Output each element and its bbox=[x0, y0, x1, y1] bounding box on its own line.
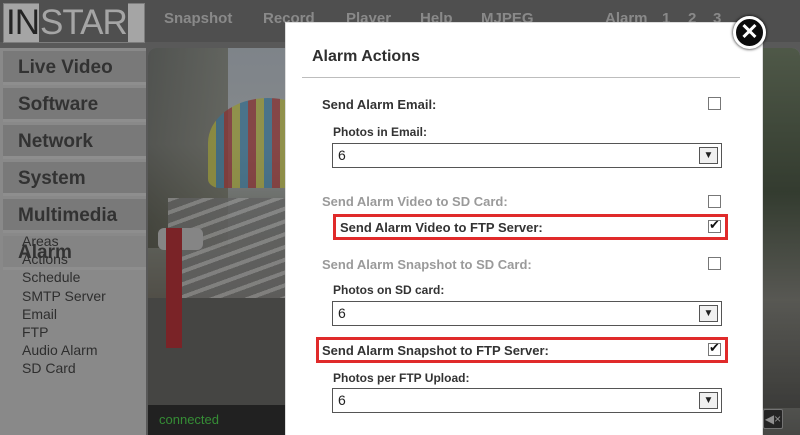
photos-per-ftp-select[interactable]: 6 ▼ bbox=[332, 388, 722, 413]
close-icon[interactable]: ✕ bbox=[733, 16, 766, 49]
photos-on-sd-value: 6 bbox=[338, 305, 346, 321]
send-alarm-email-label: Send Alarm Email: bbox=[322, 97, 437, 112]
send-alarm-email-checkbox[interactable] bbox=[708, 97, 721, 110]
send-snapshot-ftp-label: Send Alarm Snapshot to FTP Server: bbox=[322, 343, 549, 358]
photos-per-ftp-label: Photos per FTP Upload: bbox=[333, 371, 470, 385]
send-video-sd-label: Send Alarm Video to SD Card: bbox=[322, 194, 508, 209]
photos-in-email-select[interactable]: 6 ▼ bbox=[332, 143, 722, 168]
photos-on-sd-select[interactable]: 6 ▼ bbox=[332, 301, 722, 326]
photos-in-email-value: 6 bbox=[338, 147, 346, 163]
chevron-down-icon: ▼ bbox=[699, 147, 718, 164]
chevron-down-icon: ▼ bbox=[699, 305, 718, 322]
send-video-ftp-checkbox[interactable] bbox=[708, 217, 721, 233]
chevron-down-icon: ▼ bbox=[699, 392, 718, 409]
title-divider bbox=[302, 77, 740, 78]
send-video-sd-checkbox[interactable] bbox=[708, 195, 721, 208]
dialog-title: Alarm Actions bbox=[312, 48, 420, 65]
photos-in-email-label: Photos in Email: bbox=[333, 125, 428, 139]
photos-on-sd-label: Photos on SD card: bbox=[333, 283, 445, 297]
send-snapshot-sd-label: Send Alarm Snapshot to SD Card: bbox=[322, 257, 532, 272]
send-video-ftp-label: Send Alarm Video to FTP Server: bbox=[340, 220, 543, 235]
photos-per-ftp-value: 6 bbox=[338, 392, 346, 408]
send-snapshot-sd-checkbox[interactable] bbox=[708, 257, 721, 270]
send-snapshot-ftp-checkbox[interactable] bbox=[708, 340, 721, 356]
